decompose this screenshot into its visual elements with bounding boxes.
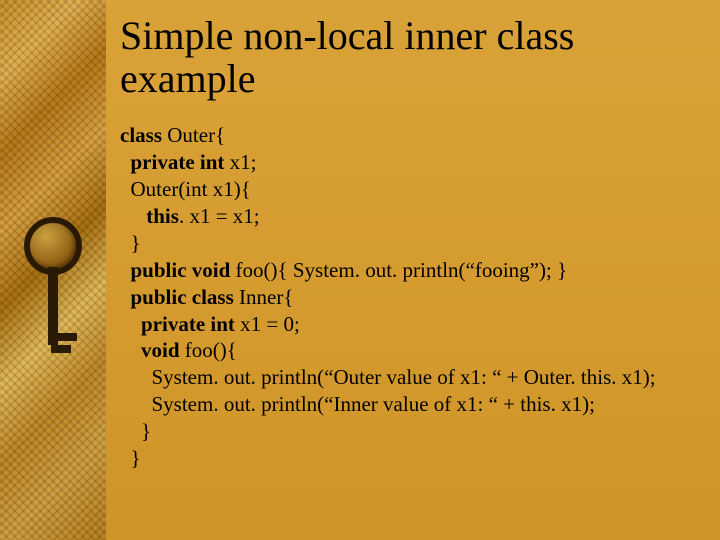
kw-this: this — [146, 204, 179, 228]
slide: Simple non-local inner class example cla… — [0, 0, 720, 540]
code-block: class Outer{ private int x1; Outer(int x… — [120, 122, 702, 471]
code-text: foo(){ System. out. println(“fooing”); } — [230, 258, 567, 282]
key-icon — [24, 217, 82, 367]
code-text: Inner{ — [234, 285, 294, 309]
code-text: Outer(int x1){ — [131, 177, 251, 201]
slide-title: Simple non-local inner class example — [120, 14, 702, 100]
decorative-sidebar — [0, 0, 106, 540]
code-text: . x1 = x1; — [179, 204, 260, 228]
code-text: System. out. println(“Outer value of x1:… — [152, 365, 656, 389]
kw-private: private — [131, 150, 195, 174]
code-text: x1; — [224, 150, 256, 174]
code-text: } — [131, 446, 141, 470]
kw-private: private — [141, 312, 205, 336]
slide-content: Simple non-local inner class example cla… — [106, 0, 720, 540]
code-text: x1 = 0; — [235, 312, 300, 336]
kw-class: class — [120, 123, 162, 147]
kw-void: void — [141, 338, 180, 362]
code-text: } — [141, 419, 151, 443]
code-text: foo(){ — [180, 338, 237, 362]
code-text: Outer{ — [162, 123, 225, 147]
kw-int: int — [210, 312, 235, 336]
code-text: System. out. println(“Inner value of x1:… — [152, 392, 595, 416]
code-text: } — [131, 231, 141, 255]
kw-public: public — [131, 258, 187, 282]
kw-class: class — [192, 285, 234, 309]
kw-int: int — [200, 150, 225, 174]
kw-void: void — [192, 258, 231, 282]
kw-public: public — [131, 285, 187, 309]
